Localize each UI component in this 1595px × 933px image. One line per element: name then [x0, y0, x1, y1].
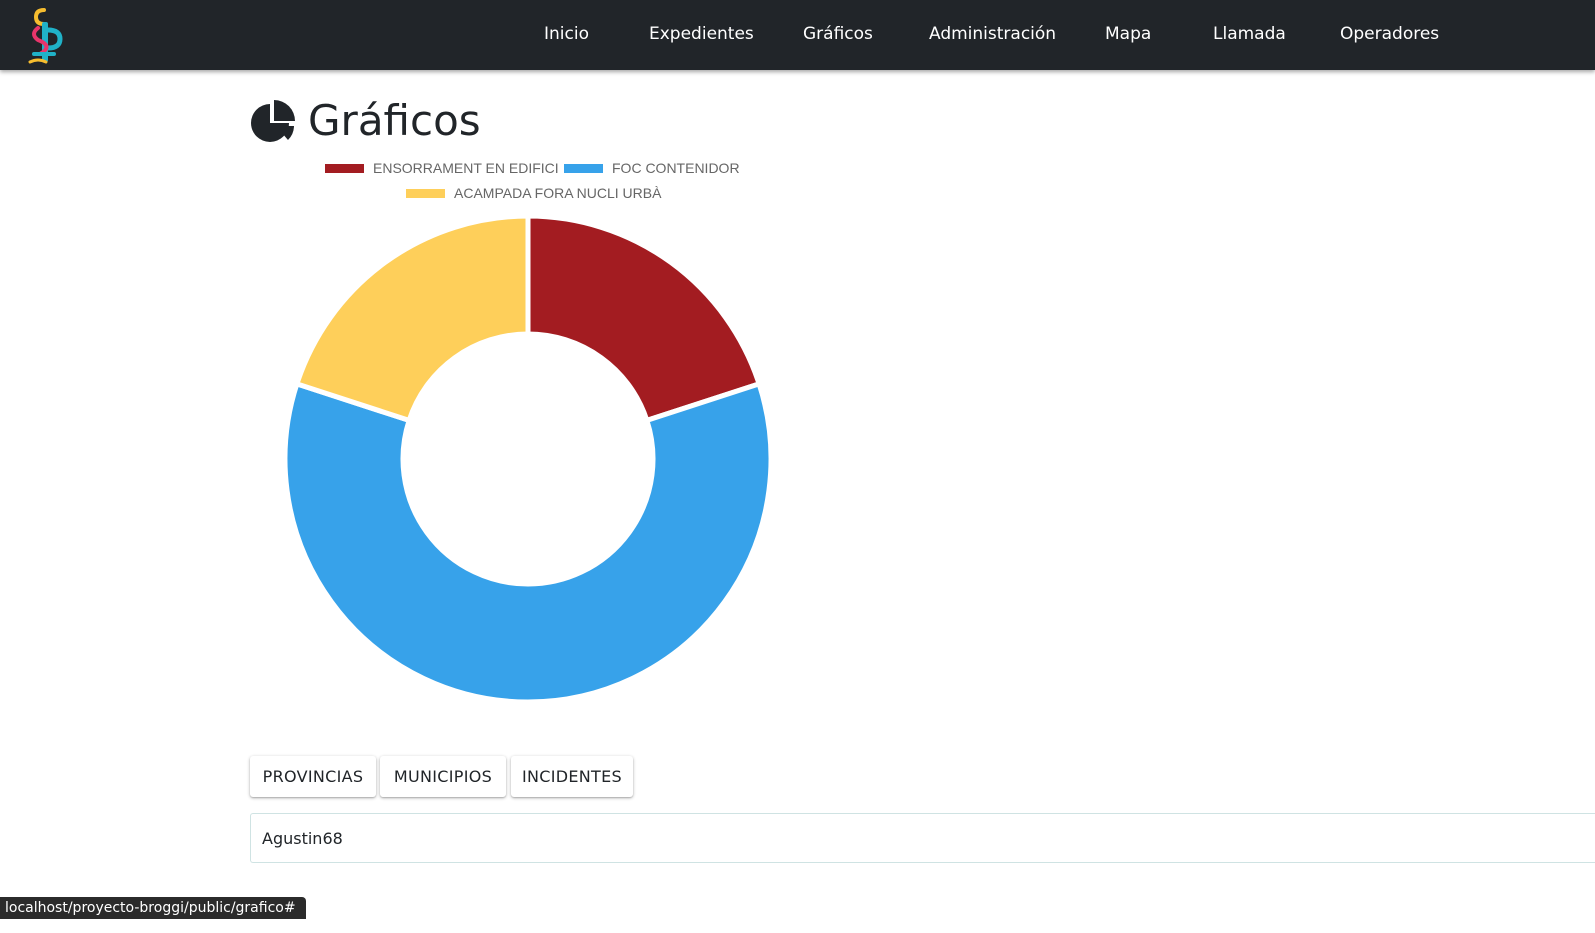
status-bar-url: localhost/proyecto-broggi/public/grafico…	[0, 897, 306, 919]
legend-swatch[interactable]	[325, 164, 364, 173]
page-title: Gráficos	[308, 96, 481, 145]
nav-link-llamada[interactable]: Llamada	[1213, 24, 1286, 44]
user-info-box: Agustin68	[250, 813, 1595, 863]
chart-legend: ENSORRAMENT EN EDIFICI FOC CONTENIDOR ACAM…	[325, 160, 740, 201]
nav-link-inicio[interactable]: Inicio	[544, 24, 589, 44]
legend-label[interactable]: ENSORRAMENT EN EDIFICI	[373, 160, 559, 176]
nav-link-mapa[interactable]: Mapa	[1105, 24, 1151, 44]
chart-slices	[282, 213, 774, 705]
municipios-button[interactable]: MUNICIPIOS	[380, 756, 506, 797]
nav-link-expedientes[interactable]: Expedientes	[649, 24, 754, 44]
chart-pie-icon	[250, 100, 296, 146]
nav-link-operadores[interactable]: Operadores	[1340, 24, 1439, 44]
legend-label[interactable]: FOC CONTENIDOR	[612, 160, 740, 176]
chart-svg: ENSORRAMENT EN EDIFICI FOC CONTENIDOR ACAM…	[282, 160, 774, 705]
doughnut-slice[interactable]	[293, 213, 531, 424]
nav-link-administracion[interactable]: Administración	[929, 24, 1056, 44]
provincias-button[interactable]: PROVINCIAS	[250, 756, 376, 797]
legend-swatch[interactable]	[406, 189, 445, 198]
legend-swatch[interactable]	[564, 164, 603, 173]
username-text: Agustin68	[262, 829, 343, 848]
legend-label[interactable]: ACAMPADA FORA NUCLI URBÀ	[454, 185, 662, 201]
doughnut-slice[interactable]	[282, 380, 774, 705]
nav-link-graficos[interactable]: Gráficos	[803, 24, 873, 44]
nav-links: Inicio Expedientes Gráficos Administraci…	[0, 0, 1595, 70]
doughnut-chart: ENSORRAMENT EN EDIFICI FOC CONTENIDOR ACAM…	[250, 150, 810, 720]
top-navbar: Inicio Expedientes Gráficos Administraci…	[0, 0, 1595, 70]
incidentes-button[interactable]: INCIDENTES	[511, 756, 633, 797]
doughnut-slice[interactable]	[525, 213, 763, 424]
